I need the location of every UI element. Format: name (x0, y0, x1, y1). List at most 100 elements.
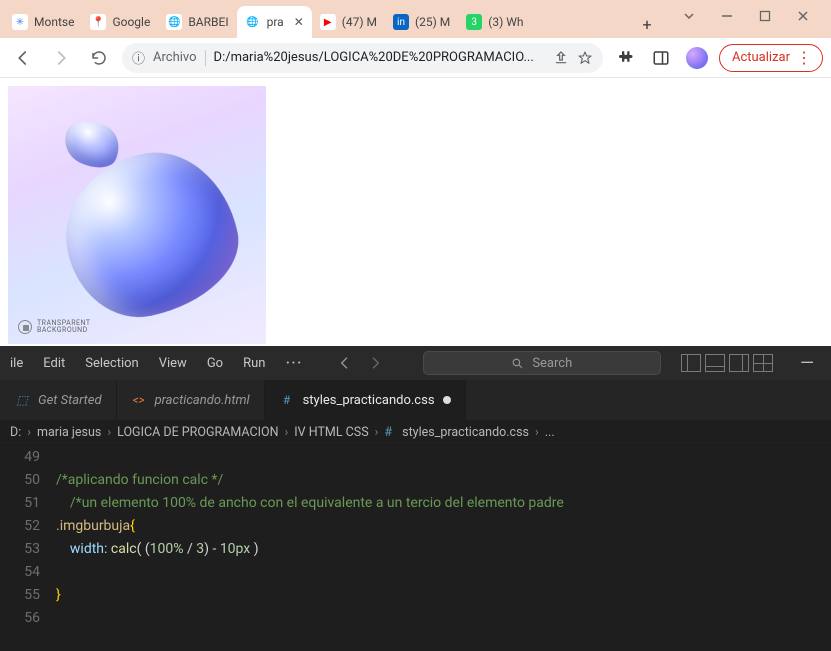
code-line[interactable] (56, 561, 831, 584)
browser-tab[interactable]: in(25) M (385, 6, 458, 38)
menu-item[interactable]: Edit (43, 356, 65, 371)
menu-item[interactable]: View (159, 356, 187, 371)
layout-controls (681, 354, 773, 372)
search-placeholder: Search (532, 356, 572, 371)
blob-large (51, 138, 251, 330)
back-button[interactable] (8, 43, 38, 73)
watermark: TRANSPARENT BACKGROUND (18, 320, 91, 334)
line-number: 53 (0, 538, 40, 561)
chevron-right-icon: › (285, 425, 289, 440)
command-center-search[interactable]: Search (423, 351, 661, 375)
favicon: ▶ (320, 14, 336, 30)
tab-label: (25) M (415, 15, 450, 29)
nav-forward-icon[interactable] (367, 355, 383, 371)
editor-tab[interactable]: ⬚Get Started (0, 380, 117, 420)
browser-toolbar: ⓘ Archivo D:/maria%20jesus/LOGICA%20DE%2… (0, 38, 831, 78)
profile-avatar[interactable] (683, 44, 711, 72)
forward-button[interactable] (46, 43, 76, 73)
tab-label: (47) M (342, 15, 377, 29)
browser-tab[interactable]: 🌐pra✕ (237, 6, 312, 38)
code-line[interactable] (56, 446, 831, 469)
chevron-right-icon: › (27, 425, 31, 440)
chevron-down-icon[interactable] (679, 6, 699, 26)
share-icon[interactable] (553, 50, 569, 66)
line-number: 51 (0, 492, 40, 515)
browser-tab[interactable]: 📍 Google (82, 6, 158, 38)
code-line[interactable]: .imgburbuja{ (56, 515, 831, 538)
code-line[interactable]: width: calc( (100% / 3) - 10px ) (56, 538, 831, 561)
close-tab-icon[interactable]: ✕ (294, 15, 304, 29)
line-number: 55 (0, 584, 40, 607)
close-icon[interactable] (793, 6, 813, 26)
watermark-icon (18, 320, 32, 334)
favicon: 📍 (90, 14, 106, 30)
minimize-icon[interactable] (717, 6, 737, 26)
menu-overflow[interactable]: ··· (285, 353, 302, 374)
divider (205, 50, 206, 66)
editor-tab-label: practicando.html (155, 393, 250, 408)
layout-grid-icon[interactable] (753, 354, 773, 372)
editor-tab[interactable]: # styles_practicando.css (265, 380, 466, 420)
layout-right-icon[interactable] (729, 354, 749, 372)
search-icon (511, 357, 524, 370)
tab-label: BARBEI (188, 15, 228, 29)
editor-tab-label: Get Started (38, 393, 102, 408)
star-icon[interactable] (577, 50, 593, 66)
nav-back-icon[interactable] (337, 355, 353, 371)
browser-tab[interactable]: ▶ (47) M (312, 6, 385, 38)
breadcrumb-segment[interactable]: ... (545, 425, 555, 440)
update-label: Actualizar (732, 50, 790, 65)
vscode-menubar: ile Edit Selection View Go Run ··· Search — (0, 346, 831, 380)
breadcrumb-segment[interactable]: LOGICA DE PROGRAMACION (117, 425, 278, 440)
kebab-icon[interactable]: ⋮ (796, 50, 812, 66)
browser-tab[interactable]: 🌐 BARBEI (158, 6, 236, 38)
browser-tab[interactable]: 3 (3) Wh (458, 6, 531, 38)
code-editor[interactable]: 4950515253545556 /*aplicando funcion cal… (0, 446, 831, 651)
reload-button[interactable] (84, 43, 114, 73)
breadcrumb-segment[interactable]: styles_practicando.css (402, 425, 529, 440)
menu-item[interactable]: Go (207, 356, 223, 371)
vscode-minimize-icon[interactable]: — (793, 353, 821, 374)
file-icon: # (279, 392, 295, 408)
favicon: 3 (466, 14, 482, 30)
breadcrumbs[interactable]: D: › maria jesus › LOGICA DE PROGRAMACION › IV… (0, 420, 831, 446)
update-button[interactable]: Actualizar ⋮ (719, 44, 823, 72)
bubble-image: TRANSPARENT BACKGROUND (8, 86, 266, 344)
code-area[interactable]: /*aplicando funcion calc */ /*un element… (56, 446, 831, 651)
tab-label: Google (112, 15, 150, 29)
breadcrumb-segment[interactable]: maria jesus (37, 425, 101, 440)
code-line[interactable]: } (56, 584, 831, 607)
extensions-icon[interactable] (611, 44, 639, 72)
page-content: TRANSPARENT BACKGROUND (0, 78, 831, 346)
layout-bottom-icon[interactable] (705, 354, 725, 372)
info-icon[interactable]: ⓘ (132, 48, 145, 67)
chevron-right-icon: › (375, 425, 379, 440)
breadcrumb-segment[interactable]: IV HTML CSS (294, 425, 368, 440)
menu-item[interactable]: ile (10, 356, 23, 371)
tab-label: (3) Wh (488, 15, 523, 29)
code-line[interactable] (56, 607, 831, 630)
browser-tab[interactable]: ✳Montse (4, 6, 82, 38)
line-number: 49 (0, 446, 40, 469)
side-panel-icon[interactable] (647, 44, 675, 72)
window-controls (661, 6, 831, 32)
maximize-icon[interactable] (755, 6, 775, 26)
code-line[interactable]: /*un elemento 100% de ancho con el equiv… (56, 492, 831, 515)
favicon: ✳ (12, 14, 28, 30)
breadcrumb-segment[interactable]: D: (10, 425, 21, 440)
favicon: 🌐 (245, 14, 261, 30)
editor-tab-label: styles_practicando.css (303, 393, 435, 408)
new-tab-button[interactable]: + (633, 10, 661, 38)
menu-item[interactable]: Selection (85, 356, 138, 371)
address-bar[interactable]: ⓘ Archivo D:/maria%20jesus/LOGICA%20DE%2… (122, 43, 603, 73)
line-number: 56 (0, 607, 40, 630)
address-scheme: Archivo (153, 50, 197, 65)
editor-tab[interactable]: <>practicando.html (117, 380, 265, 420)
line-number: 54 (0, 561, 40, 584)
layout-left-icon[interactable] (681, 354, 701, 372)
menu-item[interactable]: Run (243, 356, 265, 371)
favicon: 🌐 (166, 14, 182, 30)
address-path: D:/maria%20jesus/LOGICA%20DE%20PROGRAMAC… (214, 50, 545, 65)
code-line[interactable]: /*aplicando funcion calc */ (56, 469, 831, 492)
watermark-line2: BACKGROUND (37, 327, 91, 334)
